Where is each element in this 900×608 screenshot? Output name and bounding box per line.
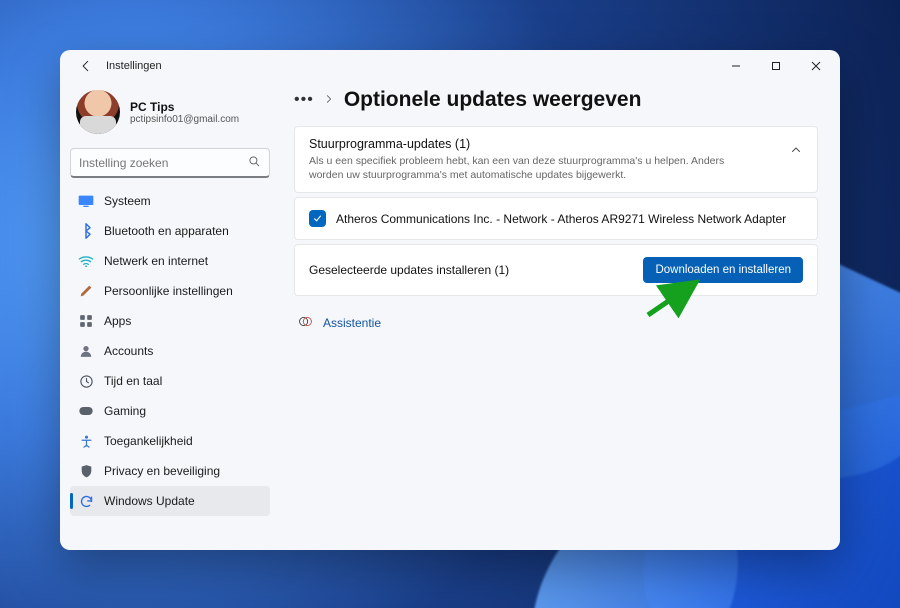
breadcrumb: ••• Optionele updates weergeven <box>294 88 818 112</box>
sidebar-item-update[interactable]: Windows Update <box>70 486 270 516</box>
brush-icon <box>78 283 94 299</box>
window-title: Instellingen <box>106 60 162 72</box>
search-box[interactable] <box>70 148 270 178</box>
main-content: ••• Optionele updates weergeven Stuurpro… <box>280 82 840 550</box>
help-link-row: Assistentie <box>294 314 818 332</box>
nav-list: Systeem Bluetooth en apparaten Netwerk en … <box>70 186 270 516</box>
maximize-button[interactable] <box>756 50 796 82</box>
sidebar-item-system[interactable]: Systeem <box>70 186 270 216</box>
close-button[interactable] <box>796 50 836 82</box>
search-icon <box>248 155 261 171</box>
sidebar-item-label: Systeem <box>104 194 151 208</box>
sidebar-item-label: Windows Update <box>104 494 195 508</box>
sidebar-item-apps[interactable]: Apps <box>70 306 270 336</box>
shield-icon <box>78 463 94 479</box>
sidebar-item-label: Netwerk en internet <box>104 254 208 268</box>
profile-name: PC Tips <box>130 100 239 114</box>
sidebar-item-bluetooth[interactable]: Bluetooth en apparaten <box>70 216 270 246</box>
sidebar-item-clock[interactable]: Tijd en taal <box>70 366 270 396</box>
wifi-icon <box>78 253 94 269</box>
system-icon <box>78 193 94 209</box>
profile-block[interactable]: PC Tips pctipsinfo01@gmail.com <box>70 88 270 142</box>
driver-updates-section: Stuurprogramma-updates (1) Als u een spe… <box>294 126 818 193</box>
titlebar: Instellingen <box>60 50 840 82</box>
page-title: Optionele updates weergeven <box>344 88 642 112</box>
chevron-up-icon[interactable] <box>789 143 803 157</box>
download-install-button[interactable]: Downloaden en installeren <box>643 257 803 283</box>
clock-icon <box>78 373 94 389</box>
sidebar-item-brush[interactable]: Persoonlijke instellingen <box>70 276 270 306</box>
section-title: Stuurprogramma-updates (1) <box>309 137 749 151</box>
sidebar-item-label: Tijd en taal <box>104 374 162 388</box>
sidebar-item-label: Privacy en beveiliging <box>104 464 220 478</box>
sidebar-item-label: Accounts <box>104 344 153 358</box>
apps-icon <box>78 313 94 329</box>
sidebar-item-label: Bluetooth en apparaten <box>104 224 229 238</box>
person-icon <box>78 343 94 359</box>
update-icon <box>78 493 94 509</box>
sidebar-item-wifi[interactable]: Netwerk en internet <box>70 246 270 276</box>
sidebar: PC Tips pctipsinfo01@gmail.com Systeem Bl… <box>60 82 280 550</box>
update-label: Atheros Communications Inc. - Network - … <box>336 212 786 226</box>
install-count-label: Geselecteerde updates installeren (1) <box>309 263 509 277</box>
access-icon <box>78 433 94 449</box>
search-input[interactable] <box>79 156 242 170</box>
assistance-link[interactable]: Assistentie <box>323 316 381 330</box>
settings-window: Instellingen PC Tips pctipsinfo01@gmail.… <box>60 50 840 550</box>
help-icon <box>298 314 313 332</box>
sidebar-item-person[interactable]: Accounts <box>70 336 270 366</box>
chevron-right-icon <box>324 93 334 107</box>
update-item-card: Atheros Communications Inc. - Network - … <box>294 197 818 240</box>
sidebar-item-game[interactable]: Gaming <box>70 396 270 426</box>
sidebar-item-label: Persoonlijke instellingen <box>104 284 233 298</box>
profile-email: pctipsinfo01@gmail.com <box>130 114 239 125</box>
minimize-button[interactable] <box>716 50 756 82</box>
sidebar-item-label: Apps <box>104 314 131 328</box>
update-checkbox[interactable] <box>309 210 326 227</box>
sidebar-item-label: Gaming <box>104 404 146 418</box>
bluetooth-icon <box>78 223 94 239</box>
avatar <box>76 90 120 134</box>
sidebar-item-label: Toegankelijkheid <box>104 434 193 448</box>
game-icon <box>78 403 94 419</box>
sidebar-item-shield[interactable]: Privacy en beveiliging <box>70 456 270 486</box>
section-header[interactable]: Stuurprogramma-updates (1) Als u een spe… <box>295 127 817 192</box>
sidebar-item-access[interactable]: Toegankelijkheid <box>70 426 270 456</box>
back-button[interactable] <box>72 52 100 80</box>
breadcrumb-more-button[interactable]: ••• <box>294 91 314 109</box>
section-subtitle: Als u een specifiek probleem hebt, kan e… <box>309 154 749 182</box>
install-card: Geselecteerde updates installeren (1) Do… <box>294 244 818 296</box>
